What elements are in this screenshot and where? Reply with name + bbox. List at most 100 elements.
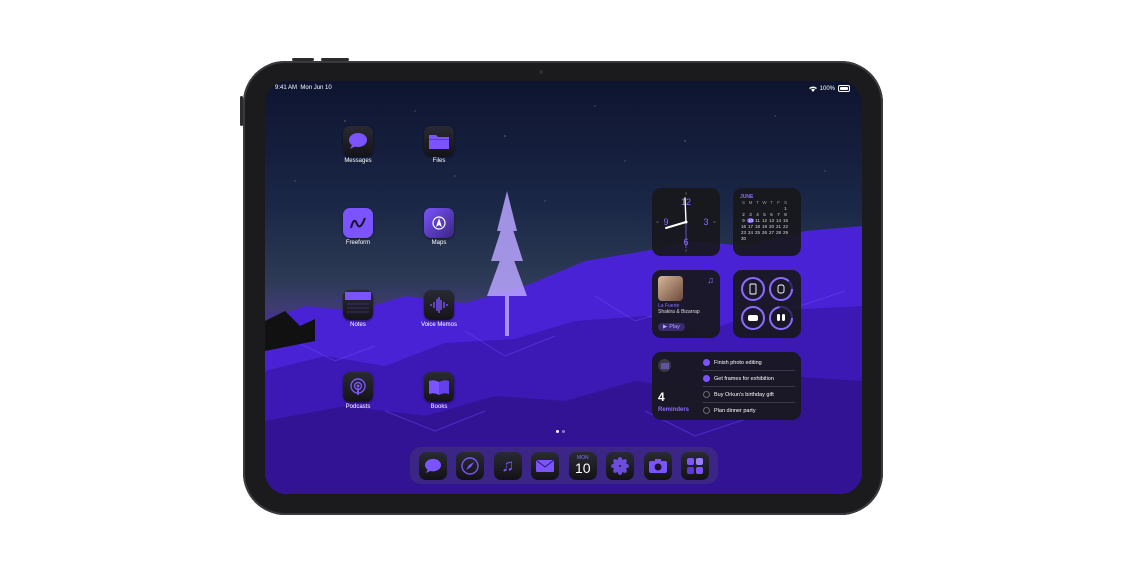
calendar-day-cell[interactable]: 16 <box>740 224 747 229</box>
weekday-label: F <box>777 200 780 205</box>
hour-hand <box>665 221 687 229</box>
dock-calendar[interactable]: MON 10 <box>568 451 597 480</box>
calendar-day-cell <box>775 206 782 211</box>
calendar-day-cell[interactable]: 25 <box>754 230 761 235</box>
calendar-day-cell <box>761 206 768 211</box>
calendar-day-cell[interactable]: 24 <box>747 230 754 235</box>
weekday-label: S <box>741 200 745 205</box>
calendar-day-cell <box>740 206 747 211</box>
clock-numeral-9: 9 <box>663 217 668 227</box>
dock-mail[interactable] <box>531 451 560 480</box>
calendar-day-cell[interactable]: 29 <box>782 230 789 235</box>
app-books[interactable]: Books <box>419 372 459 410</box>
calendar-day-cell[interactable]: 12 <box>761 218 768 223</box>
app-label: Files <box>432 158 446 164</box>
calendar-day-cell[interactable]: 26 <box>761 230 768 235</box>
calendar-day-cell <box>768 206 775 211</box>
checkbox[interactable] <box>703 391 710 398</box>
page-indicator[interactable] <box>556 430 565 433</box>
calendar-day-cell <box>747 236 754 241</box>
reminder-text: Finish photo editing <box>714 359 762 366</box>
batteries-widget[interactable] <box>733 270 801 338</box>
calendar-day-cell[interactable]: 5 <box>761 212 768 217</box>
app-messages[interactable]: Messages <box>338 126 378 164</box>
reminders-label: Reminders <box>658 407 690 413</box>
folder-icon <box>424 126 454 156</box>
calendar-day-cell[interactable]: 22 <box>782 224 789 229</box>
music-icon: ♫ <box>501 455 515 475</box>
calendar-day-cell <box>754 206 761 211</box>
calendar-day-cell[interactable]: 28 <box>775 230 782 235</box>
calendar-day-cell[interactable]: 20 <box>768 224 775 229</box>
app-podcasts[interactable]: Podcasts <box>338 372 378 410</box>
calendar-day-cell[interactable]: 11 <box>754 218 761 223</box>
calendar-day-cell <box>775 236 782 241</box>
calendar-day-cell[interactable]: 14 <box>775 218 782 223</box>
calendar-day-cell[interactable]: 3 <box>747 212 754 217</box>
dock-app-library[interactable] <box>681 451 710 480</box>
checkbox[interactable] <box>703 375 710 382</box>
battery-rings <box>741 277 793 330</box>
music-widget[interactable]: ♫ La Fuerte Shakira & Bizarrap ▶ Play <box>652 270 720 338</box>
wifi-icon <box>808 86 817 92</box>
reminder-item[interactable]: Buy Orkun's birthday gift <box>703 387 795 403</box>
camera-lens <box>539 70 543 74</box>
reminder-item[interactable]: Get frames for exhibition <box>703 371 795 387</box>
calendar-day-cell[interactable]: 8 <box>782 212 789 217</box>
app-label: Podcasts <box>345 404 371 410</box>
app-notes[interactable]: Notes <box>338 290 378 328</box>
list-icon <box>658 359 671 372</box>
calendar-day-cell[interactable]: 30 <box>740 236 747 241</box>
dock-camera[interactable] <box>643 451 672 480</box>
app-freeform[interactable]: Freeform <box>338 208 378 246</box>
calendar-day-cell[interactable]: 13 <box>768 218 775 223</box>
notes-icon <box>343 290 373 320</box>
dock-photos[interactable] <box>606 451 635 480</box>
checkbox[interactable] <box>703 407 710 414</box>
app-files[interactable]: Files <box>419 126 459 164</box>
play-button[interactable]: ▶ Play <box>658 323 685 331</box>
calendar-day-cell[interactable]: 6 <box>768 212 775 217</box>
reminder-item[interactable]: Plan dinner party <box>703 403 795 418</box>
clock-widget[interactable]: 12 3 6 9 <box>652 188 720 256</box>
weekday-label: T <box>770 200 773 205</box>
app-label: Notes <box>350 322 366 328</box>
reminders-widget[interactable]: 4 Reminders Finish photo editing Get fra… <box>652 352 801 420</box>
calendar-day-cell <box>761 236 768 241</box>
calendar-widget[interactable]: JUNE S M T W T F S 1 2 3 4 5 6 7 8 9 10 11 12 13 14 15 16 17 18 1… <box>733 188 801 256</box>
dock-messages[interactable] <box>418 451 447 480</box>
book-icon <box>424 372 454 402</box>
calendar-day-cell[interactable]: 1 <box>782 206 789 211</box>
app-library-icon <box>687 457 704 474</box>
dock-safari[interactable] <box>456 451 485 480</box>
page-dot[interactable] <box>562 430 565 433</box>
calendar-day-cell[interactable]: 4 <box>754 212 761 217</box>
calendar-day-cell[interactable]: 15 <box>782 218 789 223</box>
calendar-day-cell[interactable]: 9 <box>740 218 747 223</box>
status-time: 9:41 AM <box>275 85 298 91</box>
clock-numeral-3: 3 <box>703 217 708 227</box>
calendar-day-cell[interactable]: 10 <box>747 218 754 223</box>
calendar-day-cell[interactable]: 27 <box>768 230 775 235</box>
dock-music[interactable]: ♫ <box>493 451 522 480</box>
calendar-day-cell[interactable]: 18 <box>754 224 761 229</box>
page-dot[interactable] <box>556 430 559 433</box>
calendar-grid: S M T W T F S 1 2 3 4 5 6 7 8 9 10 11 12 13 14 15 16 17 18 19 20 21… <box>740 200 794 241</box>
calendar-day-cell <box>782 236 789 241</box>
app-voice-memos[interactable]: Voice Memos <box>419 290 459 328</box>
reminder-text: Get frames for exhibition <box>714 375 774 382</box>
play-label: Play <box>669 324 680 330</box>
status-date: Mon Jun 10 <box>300 85 332 91</box>
status-indicators: 100% <box>808 85 850 92</box>
app-maps[interactable]: Maps <box>419 208 459 246</box>
calendar-day-cell <box>747 206 754 211</box>
calendar-day-cell[interactable]: 23 <box>740 230 747 235</box>
calendar-day-cell[interactable]: 2 <box>740 212 747 217</box>
calendar-day-cell[interactable]: 19 <box>761 224 768 229</box>
reminder-item[interactable]: Finish photo editing <box>703 355 795 371</box>
calendar-day-cell[interactable]: 17 <box>747 224 754 229</box>
checkbox[interactable] <box>703 359 710 366</box>
calendar-day-cell[interactable]: 7 <box>775 212 782 217</box>
calendar-day-cell[interactable]: 21 <box>775 224 782 229</box>
minute-hand <box>684 197 687 223</box>
